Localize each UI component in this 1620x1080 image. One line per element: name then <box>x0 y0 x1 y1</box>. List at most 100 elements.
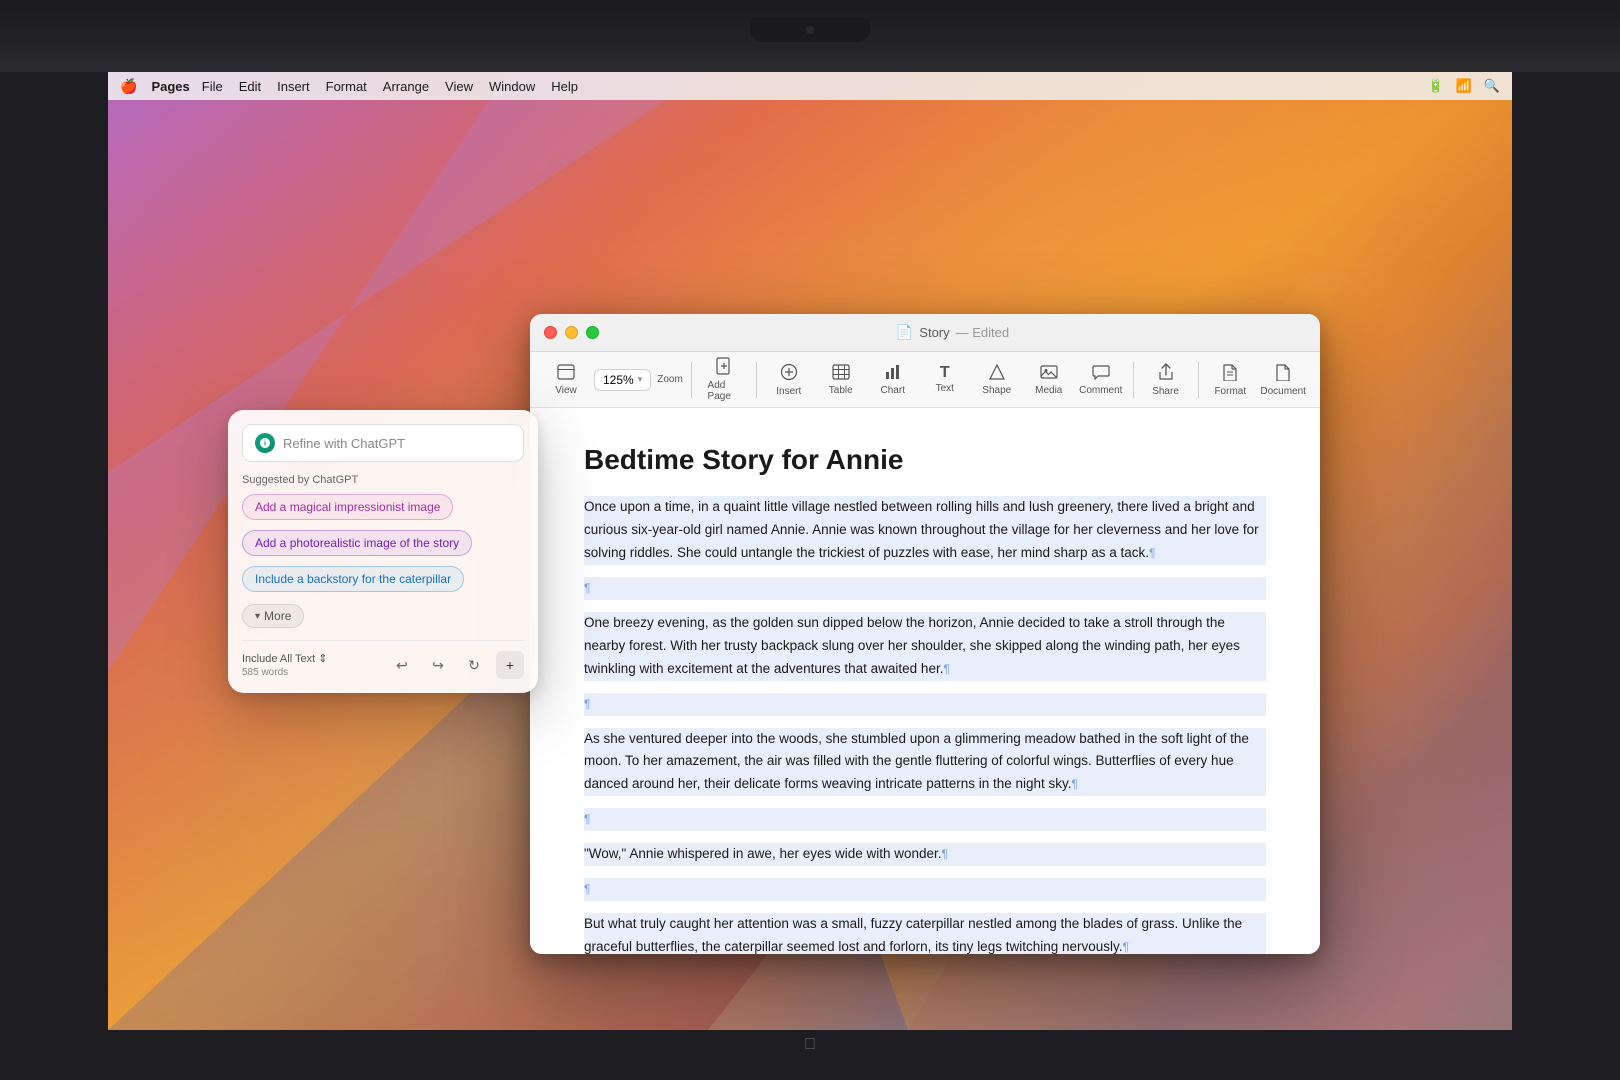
toolbar-chart[interactable]: Chart <box>869 360 917 400</box>
more-button[interactable]: ▾ More <box>242 604 304 628</box>
chatgpt-logo <box>255 433 275 453</box>
comment-icon <box>1092 364 1110 383</box>
toolbar-comment[interactable]: Comment <box>1077 360 1125 400</box>
suggested-by-label: Suggested by ChatGPT <box>242 474 524 486</box>
menu-window[interactable]: Window <box>481 77 543 96</box>
suggestion-backstory[interactable]: Include a backstory for the caterpillar <box>242 566 464 592</box>
toolbar-add-page[interactable]: Add Page <box>700 353 748 406</box>
panel-footer: Include All Text ⇕ 585 words ↩ ↪ ↻ + <box>242 640 524 679</box>
menu-view[interactable]: View <box>437 77 481 96</box>
refresh-button[interactable]: ↻ <box>460 651 488 679</box>
view-label: View <box>555 385 577 396</box>
window-title: 📄 Story — Edited <box>599 324 1306 341</box>
maximize-button[interactable] <box>586 326 599 339</box>
insert-icon <box>780 363 798 384</box>
toolbar-text[interactable]: T Text <box>921 361 969 398</box>
toolbar-divider-2 <box>756 362 757 398</box>
undo-button[interactable]: ↩ <box>388 651 416 679</box>
toolbar-divider-3 <box>1133 362 1134 398</box>
document-label: Document <box>1260 386 1306 397</box>
pages-window: 📄 Story — Edited View 125% ▾ Zoom <box>530 314 1320 954</box>
chatgpt-input-row[interactable]: Refine with ChatGPT <box>242 424 524 462</box>
word-count: 585 words <box>242 667 327 678</box>
window-controls <box>544 326 599 339</box>
include-all-text[interactable]: Include All Text ⇕ <box>242 652 327 665</box>
menu-arrange[interactable]: Arrange <box>375 77 437 96</box>
include-all-text-label: Include All Text ⇕ <box>242 652 327 665</box>
battery-icon: 🔋 <box>1427 78 1443 94</box>
share-label: Share <box>1152 386 1179 397</box>
menu-format[interactable]: Format <box>318 77 375 96</box>
media-label: Media <box>1035 385 1062 396</box>
toolbar-divider-1 <box>691 362 692 398</box>
share-icon <box>1158 363 1174 384</box>
paragraph-break-3: ¶ <box>584 808 1266 831</box>
document-content: Bedtime Story for Annie Once upon a time… <box>530 408 1320 954</box>
toolbar-format[interactable]: Format <box>1206 359 1254 401</box>
zoom-value: 125% <box>603 373 634 387</box>
apple-logo:  <box>804 1036 816 1054</box>
menu-file[interactable]: File <box>194 77 231 96</box>
toolbar-share[interactable]: Share <box>1142 359 1190 401</box>
document-toolbar-icon <box>1275 363 1291 384</box>
zoom-arrow: ▾ <box>638 374 643 385</box>
footer-left: Include All Text ⇕ 585 words <box>242 652 327 678</box>
paragraph-1: Once upon a time, in a quaint little vil… <box>584 496 1266 565</box>
chart-icon <box>884 364 902 383</box>
media-icon <box>1040 364 1058 383</box>
menu-help[interactable]: Help <box>543 77 586 96</box>
format-icon <box>1222 363 1238 384</box>
suggestion-photorealistic[interactable]: Add a photorealistic image of the story <box>242 530 472 556</box>
menu-edit[interactable]: Edit <box>231 77 269 96</box>
apple-menu[interactable]: 🍎 <box>120 78 137 95</box>
minimize-button[interactable] <box>565 326 578 339</box>
footer-actions: ↩ ↪ ↻ + <box>388 651 524 679</box>
chatgpt-input-placeholder: Refine with ChatGPT <box>283 436 511 451</box>
menu-insert[interactable]: Insert <box>269 77 318 96</box>
text-label: Text <box>936 383 954 394</box>
paragraph-break-1: ¶ <box>584 577 1266 600</box>
paragraph-break-4: ¶ <box>584 878 1266 901</box>
chevron-down-icon: ▾ <box>255 611 260 622</box>
toolbar-view[interactable]: View <box>542 360 590 400</box>
table-icon <box>832 364 850 383</box>
window-titlebar: 📄 Story — Edited <box>530 314 1320 352</box>
comment-label: Comment <box>1079 385 1122 396</box>
search-icon[interactable]: 🔍 <box>1484 78 1500 94</box>
wifi-icon: 📶 <box>1456 78 1472 94</box>
toolbar-divider-4 <box>1198 362 1199 398</box>
document-icon: 📄 <box>896 324 913 341</box>
toolbar-shape[interactable]: Shape <box>973 360 1021 400</box>
view-icon <box>557 364 575 383</box>
toolbar-insert[interactable]: Insert <box>765 359 813 401</box>
insert-label: Insert <box>776 386 801 397</box>
table-label: Table <box>829 385 853 396</box>
suggestion-magical[interactable]: Add a magical impressionist image <box>242 494 453 520</box>
paragraph-5: But what truly caught her attention was … <box>584 913 1266 954</box>
toolbar-document[interactable]: Document <box>1258 359 1308 401</box>
add-page-label: Add Page <box>708 380 740 402</box>
menubar: 🍎 Pages File Edit Insert Format Arrange … <box>108 72 1512 100</box>
more-label: More <box>264 609 291 623</box>
paragraph-2: One breezy evening, as the golden sun di… <box>584 612 1266 681</box>
add-button[interactable]: + <box>496 651 524 679</box>
format-label: Format <box>1214 386 1246 397</box>
toolbar-media[interactable]: Media <box>1025 360 1073 400</box>
add-page-icon <box>715 357 733 378</box>
close-button[interactable] <box>544 326 557 339</box>
toolbar: View 125% ▾ Zoom Add Page Insert <box>530 352 1320 408</box>
paragraph-break-2: ¶ <box>584 693 1266 716</box>
title-text: Story <box>919 325 949 340</box>
suggestions-container: Add a magical impressionist image Add a … <box>242 494 524 628</box>
chatgpt-panel: Refine with ChatGPT Suggested by ChatGPT… <box>228 410 538 693</box>
shape-icon <box>989 364 1005 383</box>
redo-button[interactable]: ↪ <box>424 651 452 679</box>
toolbar-table[interactable]: Table <box>817 360 865 400</box>
text-icon: T <box>940 365 950 381</box>
zoom-control[interactable]: 125% ▾ <box>594 369 651 391</box>
title-subtitle: — Edited <box>956 325 1009 340</box>
paragraph-4: "Wow," Annie whispered in awe, her eyes … <box>584 843 1266 866</box>
paragraph-3: As she ventured deeper into the woods, s… <box>584 728 1266 797</box>
shape-label: Shape <box>982 385 1011 396</box>
app-name[interactable]: Pages <box>151 79 189 94</box>
